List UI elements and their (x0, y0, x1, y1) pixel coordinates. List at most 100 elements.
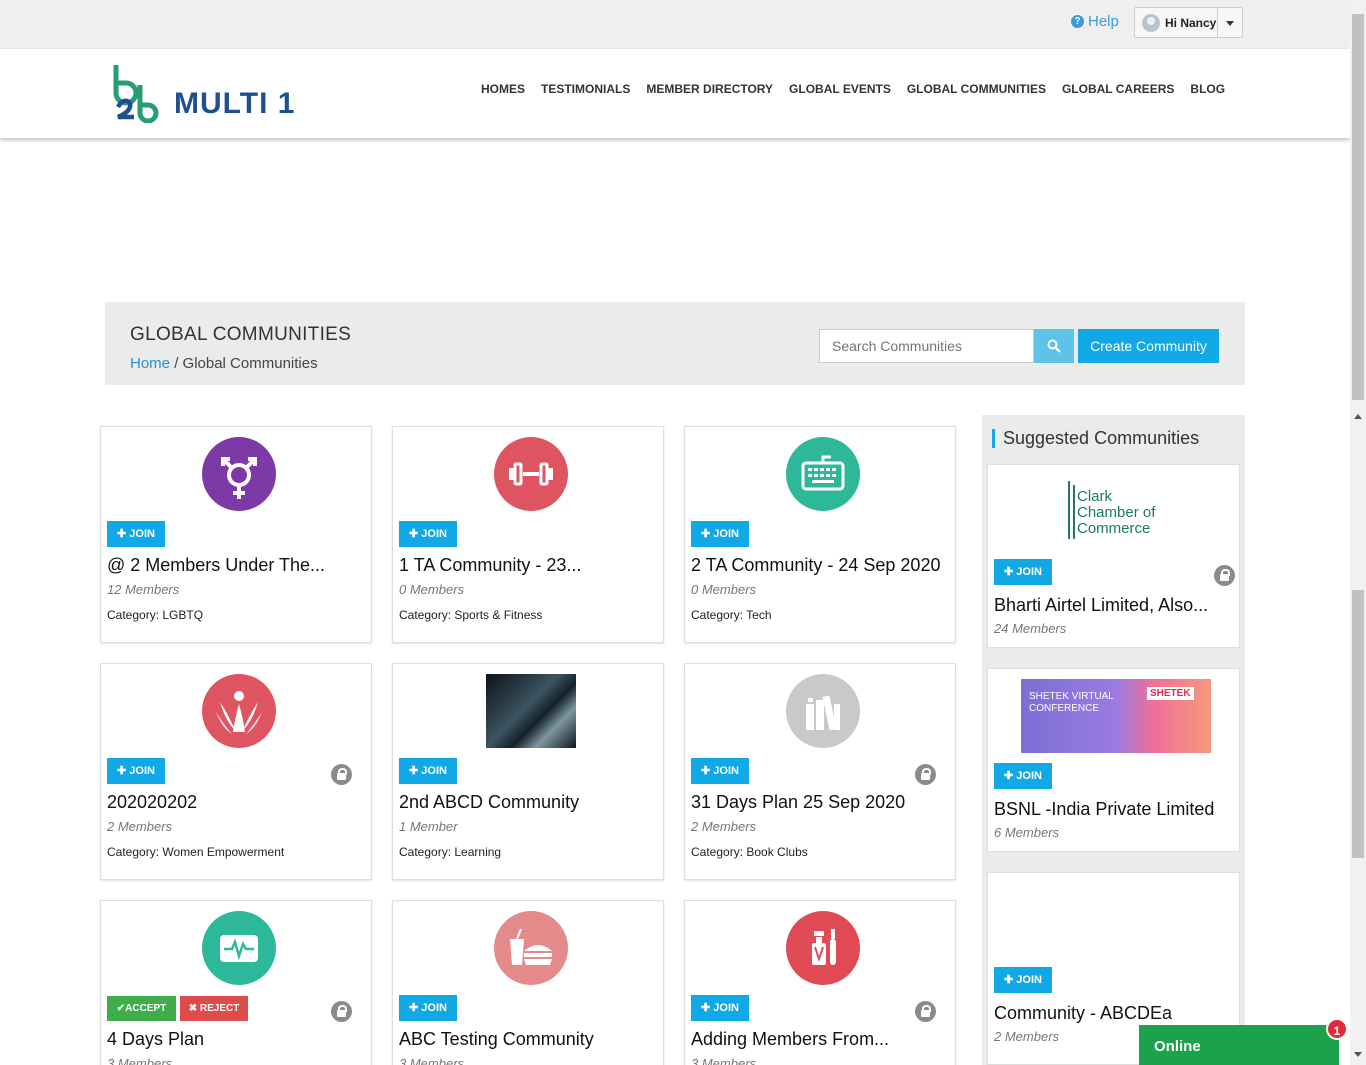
community-title[interactable]: ABC Testing Community (399, 1029, 657, 1050)
join-label: JOIN (1016, 770, 1042, 782)
community-category: Category: Sports & Fitness (399, 608, 542, 622)
join-button[interactable]: ✚ JOIN (399, 758, 457, 784)
join-button[interactable]: ✚ JOIN (691, 521, 749, 547)
join-label: JOIN (1016, 566, 1042, 578)
question-icon: ? (1071, 15, 1084, 28)
top-utility-bar: ? Help Hi Nancy (0, 0, 1350, 49)
site-logo[interactable]: MULTI 1 (112, 63, 312, 124)
join-button[interactable]: ✚ JOIN (399, 521, 457, 547)
community-category: Category: Tech (691, 608, 772, 622)
help-link[interactable]: ? Help (1071, 13, 1119, 30)
member-count: 3 Members (691, 1056, 757, 1065)
nav-item-blog[interactable]: BLOG (1182, 82, 1233, 96)
community-card[interactable]: ✚ JOIN 31 Days Plan 25 Sep 2020 2 Member… (684, 663, 956, 880)
join-button[interactable]: ✚ JOIN (691, 995, 749, 1021)
nav-item-global-communities[interactable]: GLOBAL COMMUNITIES (899, 82, 1054, 96)
user-greeting: Hi Nancy (1165, 15, 1217, 30)
community-title[interactable]: 202020202 (107, 792, 365, 813)
accept-button[interactable]: ✔ACCEPT (107, 996, 176, 1021)
suggested-community-card[interactable]: SHETEK VIRTUAL CONFERENCE SHETEK ✚ JOIN … (987, 668, 1240, 852)
category-label: Category: (399, 845, 452, 859)
community-card[interactable]: ✚ JOIN 202020202 2 Members Category: Wom… (100, 663, 372, 880)
community-card[interactable]: ✚ JOIN 2nd ABCD Community 1 Member Categ… (392, 663, 664, 880)
join-label: JOIN (129, 528, 155, 540)
breadcrumb-home-link[interactable]: Home (130, 355, 170, 372)
banner-text: SHETEK VIRTUAL CONFERENCE (1029, 691, 1114, 714)
member-count: 0 Members (691, 582, 757, 597)
food-icon (494, 911, 568, 985)
suggested-community-title[interactable]: BSNL -India Private Limited (994, 799, 1226, 820)
join-label: JOIN (421, 765, 447, 777)
category-value: Sports & Fitness (454, 608, 543, 622)
lock-icon (331, 1001, 352, 1022)
dumbbell-icon (494, 437, 568, 511)
join-label: JOIN (129, 765, 155, 777)
join-button[interactable]: ✚ JOIN (994, 559, 1052, 585)
avatar (1142, 13, 1160, 32)
user-menu[interactable]: Hi Nancy (1134, 7, 1243, 38)
community-category: Category: Book Clubs (691, 845, 808, 859)
community-card[interactable]: ✚ JOIN 1 TA Community - 23... 0 Members … (392, 426, 664, 643)
scroll-up-icon[interactable] (1354, 414, 1362, 419)
breadcrumb-separator: / (174, 355, 179, 372)
scroll-down-icon[interactable] (1354, 1052, 1362, 1057)
community-cover-image (486, 674, 576, 748)
member-count: 24 Members (994, 621, 1067, 636)
breadcrumb: Home / Global Communities (130, 355, 318, 372)
nav-item-testimonials[interactable]: TESTIMONIALS (533, 82, 638, 96)
nav-item-global-careers[interactable]: GLOBAL CAREERS (1054, 82, 1182, 96)
category-value: Women Empowerment (162, 845, 285, 859)
member-count: 2 Members (107, 819, 173, 834)
scrollbar-thumb[interactable] (1352, 14, 1364, 400)
community-title[interactable]: 4 Days Plan (107, 1029, 365, 1050)
community-title[interactable]: 31 Days Plan 25 Sep 2020 (691, 792, 949, 813)
keyboard-icon (786, 437, 860, 511)
scrollbar-thumb-secondary[interactable] (1352, 590, 1364, 858)
create-community-button[interactable]: Create Community (1078, 329, 1219, 363)
community-card[interactable]: ✚ JOIN ABC Testing Community 3 Members (392, 900, 664, 1065)
scrollbar[interactable] (1350, 0, 1366, 1065)
reject-button[interactable]: ✖ REJECT (180, 996, 248, 1021)
clark-chamber-logo: Clark Chamber of Commerce (1068, 481, 1168, 541)
category-value: Learning (454, 845, 502, 859)
suggested-community-title[interactable]: Bharti Airtel Limited, Also... (994, 595, 1226, 616)
community-title[interactable]: 2nd ABCD Community (399, 792, 657, 813)
breadcrumb-current: Global Communities (182, 355, 318, 372)
b2b-logo-icon (113, 65, 159, 124)
community-title[interactable]: Adding Members From... (691, 1029, 949, 1050)
community-card[interactable]: ✚ JOIN 2 TA Community - 24 Sep 2020 0 Me… (684, 426, 956, 643)
community-title[interactable]: @ 2 Members Under The... (107, 555, 365, 576)
search-input[interactable] (819, 329, 1034, 363)
community-title[interactable]: 1 TA Community - 23... (399, 555, 657, 576)
nav-item-homes[interactable]: HOMES (473, 82, 533, 96)
join-button[interactable]: ✚ JOIN (107, 521, 165, 547)
member-count: 3 Members (107, 1056, 173, 1065)
join-button[interactable]: ✚ JOIN (399, 995, 457, 1021)
nav-item-member-directory[interactable]: MEMBER DIRECTORY (638, 82, 781, 96)
suggested-communities-panel: Suggested Communities Clark Chamber of C… (982, 415, 1245, 1065)
join-label: JOIN (421, 1002, 447, 1014)
logo-text: Clark Chamber of Commerce (1077, 488, 1156, 537)
member-count: 0 Members (399, 582, 465, 597)
online-chat-widget[interactable]: Online (1139, 1025, 1339, 1065)
join-button[interactable]: ✚ JOIN (107, 758, 165, 784)
community-card[interactable]: ✚ JOIN Adding Members From... 3 Members (684, 900, 956, 1065)
category-label: Category: (399, 608, 452, 622)
nav-item-global-events[interactable]: GLOBAL EVENTS (781, 82, 899, 96)
site-header: MULTI 1 HOMES TESTIMONIALS MEMBER DIRECT… (0, 49, 1350, 138)
category-label: Category: (691, 845, 744, 859)
join-button[interactable]: ✚ JOIN (994, 763, 1052, 789)
community-title[interactable]: 2 TA Community - 24 Sep 2020 (691, 555, 949, 576)
heartbeat-icon (202, 911, 276, 985)
lock-icon (915, 1001, 936, 1022)
suggested-community-title[interactable]: Community - ABCDEa (994, 1003, 1226, 1024)
community-card[interactable]: ✚ JOIN @ 2 Members Under The... 12 Membe… (100, 426, 372, 643)
chevron-down-icon[interactable] (1217, 8, 1242, 37)
accept-label: ACCEPT (125, 1003, 167, 1014)
member-count: 1 Member (399, 819, 458, 834)
join-button[interactable]: ✚ JOIN (994, 967, 1052, 993)
join-button[interactable]: ✚ JOIN (691, 758, 749, 784)
community-card[interactable]: ✔ACCEPT ✖ REJECT 4 Days Plan 3 Members (100, 900, 372, 1065)
search-button[interactable] (1034, 329, 1074, 363)
suggested-community-card[interactable]: Clark Chamber of Commerce ✚ JOIN Bharti … (987, 464, 1240, 648)
